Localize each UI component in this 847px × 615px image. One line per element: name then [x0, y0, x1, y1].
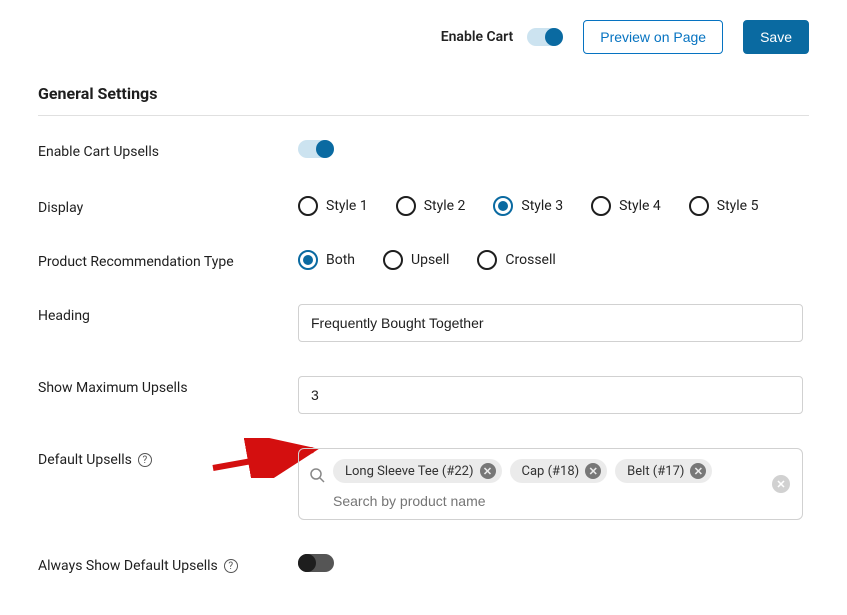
- display-option-style1[interactable]: Style 1: [298, 196, 368, 216]
- display-option-style4[interactable]: Style 4: [591, 196, 661, 216]
- heading-input[interactable]: [298, 304, 803, 342]
- help-icon[interactable]: ?: [224, 559, 238, 573]
- enable-upsells-toggle[interactable]: [298, 140, 334, 158]
- enable-cart-toggle[interactable]: [527, 28, 563, 46]
- field-max-upsells: Show Maximum Upsells: [38, 376, 809, 414]
- display-label: Display: [38, 196, 298, 216]
- recommendation-option-both[interactable]: Both: [298, 250, 355, 270]
- field-default-upsells: Default Upsells ? Long Sleeve Tee (#22)✕…: [38, 448, 809, 520]
- enable-cart-group: Enable Cart: [441, 28, 564, 46]
- clear-all-icon[interactable]: ✕: [772, 475, 790, 493]
- help-icon[interactable]: ?: [138, 453, 152, 467]
- recommendation-option-crossell[interactable]: Crossell: [477, 250, 555, 270]
- tag-item: Belt (#17)✕: [615, 459, 712, 483]
- heading-label: Heading: [38, 304, 298, 324]
- default-upsells-input[interactable]: Long Sleeve Tee (#22)✕ Cap (#18)✕ Belt (…: [298, 448, 803, 520]
- max-upsells-label: Show Maximum Upsells: [38, 376, 298, 396]
- always-show-toggle[interactable]: [298, 554, 334, 572]
- field-enable-upsells: Enable Cart Upsells: [38, 140, 809, 162]
- field-always-show: Always Show Default Upsells ?: [38, 554, 809, 576]
- recommendation-option-upsell[interactable]: Upsell: [383, 250, 449, 270]
- tag-remove-icon[interactable]: ✕: [585, 463, 601, 479]
- display-option-style5[interactable]: Style 5: [689, 196, 759, 216]
- tag-item: Long Sleeve Tee (#22)✕: [333, 459, 502, 483]
- search-icon: [309, 467, 325, 483]
- preview-button[interactable]: Preview on Page: [583, 20, 723, 54]
- topbar: Enable Cart Preview on Page Save: [38, 20, 809, 54]
- enable-upsells-label: Enable Cart Upsells: [38, 140, 298, 160]
- recommendation-type-label: Product Recommendation Type: [38, 250, 298, 270]
- field-display: Display Style 1 Style 2 Style 3 Style 4 …: [38, 196, 809, 216]
- always-show-label: Always Show Default Upsells: [38, 558, 218, 574]
- tag-search-input[interactable]: [333, 493, 762, 509]
- enable-cart-label: Enable Cart: [441, 29, 514, 45]
- default-upsells-label: Default Upsells: [38, 452, 132, 468]
- section-title: General Settings: [38, 84, 809, 116]
- tag-item: Cap (#18)✕: [510, 459, 608, 483]
- display-option-style2[interactable]: Style 2: [396, 196, 466, 216]
- max-upsells-input[interactable]: [298, 376, 803, 414]
- display-radio-group: Style 1 Style 2 Style 3 Style 4 Style 5: [298, 196, 809, 216]
- save-button[interactable]: Save: [743, 20, 809, 54]
- field-recommendation-type: Product Recommendation Type Both Upsell …: [38, 250, 809, 270]
- display-option-style3[interactable]: Style 3: [493, 196, 563, 216]
- tag-remove-icon[interactable]: ✕: [480, 463, 496, 479]
- field-heading: Heading: [38, 304, 809, 342]
- recommendation-type-radio-group: Both Upsell Crossell: [298, 250, 809, 270]
- tag-remove-icon[interactable]: ✕: [690, 463, 706, 479]
